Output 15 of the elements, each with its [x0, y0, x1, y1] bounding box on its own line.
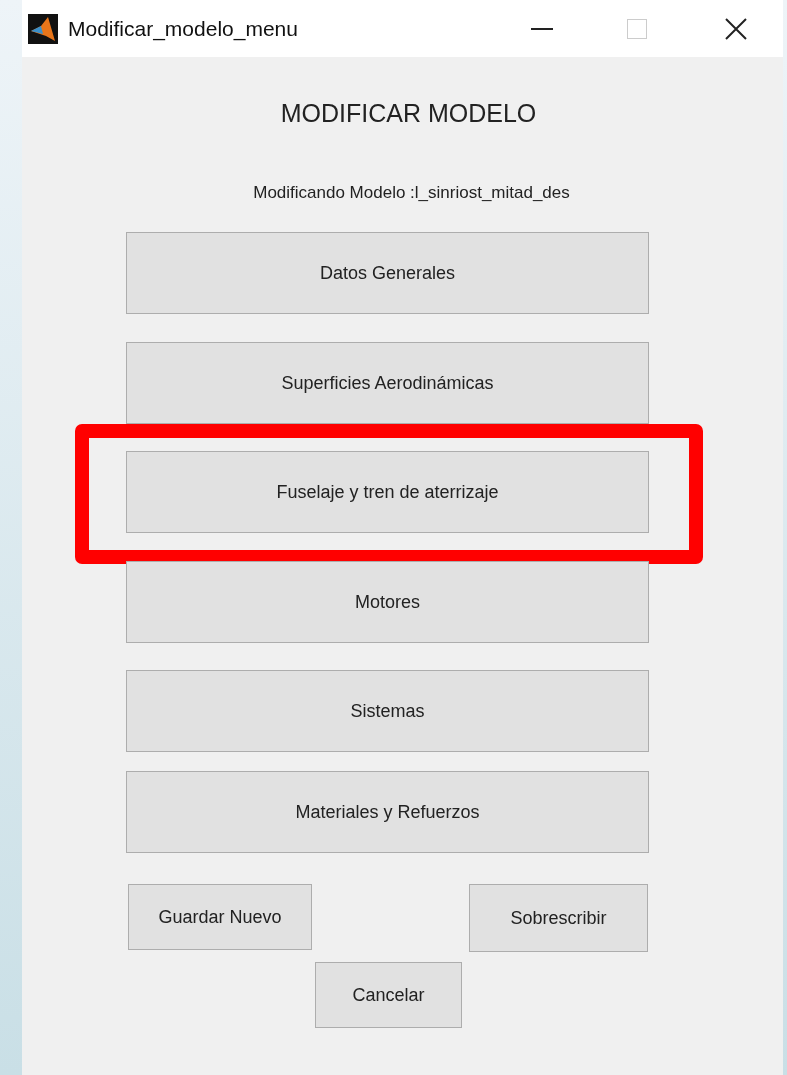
model-label: Modificando Modelo :l_sinriost_mitad_des [253, 181, 570, 204]
menu-button[interactable]: Motores [126, 561, 649, 643]
menu-button[interactable]: Sistemas [126, 670, 649, 752]
menu-button[interactable]: Materiales y Refuerzos [126, 771, 649, 853]
overwrite-button[interactable]: Sobrescribir [469, 884, 648, 952]
minimize-icon[interactable] [531, 27, 553, 30]
menu-button[interactable]: Datos Generales [126, 232, 649, 314]
menu-button[interactable]: Superficies Aerodinámicas [126, 342, 649, 424]
menu-button[interactable]: Fuselaje y tren de aterrizaje [126, 451, 649, 533]
window-title: Modificar_modelo_menu [68, 15, 298, 43]
dialog-heading: MODIFICAR MODELO [280, 98, 537, 129]
close-icon[interactable] [725, 17, 747, 40]
save-new-button[interactable]: Guardar Nuevo [128, 884, 312, 950]
cancel-button[interactable]: Cancelar [315, 962, 462, 1028]
app-logo-icon [28, 13, 58, 44]
